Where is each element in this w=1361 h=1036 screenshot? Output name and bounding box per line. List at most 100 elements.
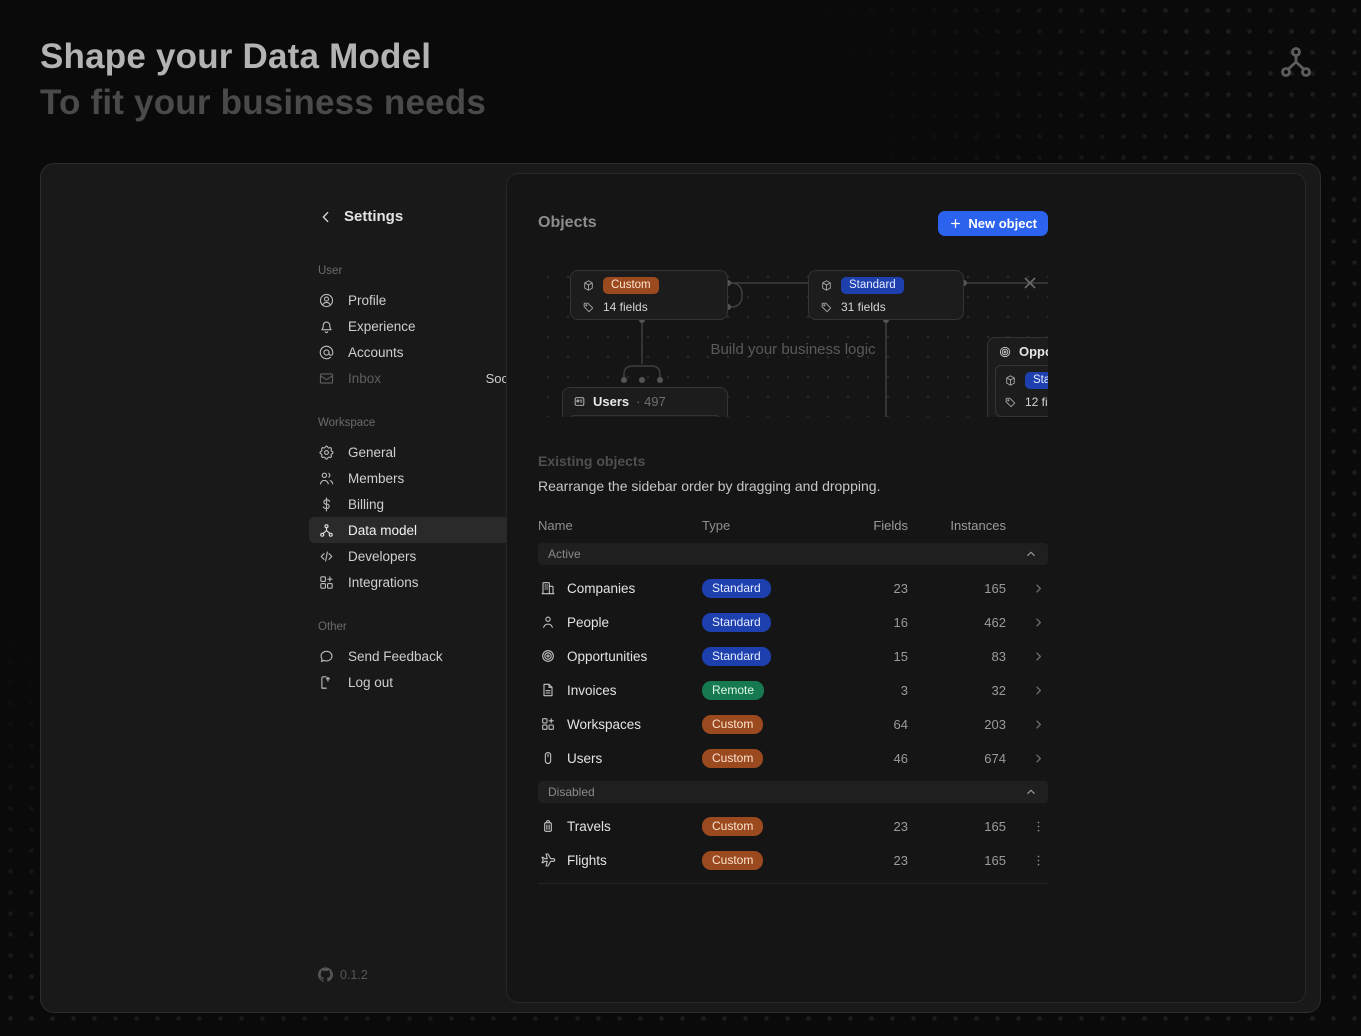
chevron-right-icon — [1031, 683, 1046, 698]
kebab-menu-icon[interactable] — [1031, 819, 1046, 834]
sidebar-item-billing[interactable]: Billing — [309, 491, 525, 517]
diagram-node-users[interactable]: Users · 497 — [562, 387, 728, 417]
sidebar-item-label: Billing — [348, 497, 384, 512]
table-row[interactable]: Flights Custom 23 165 — [538, 843, 1048, 877]
chevron-up-icon — [1024, 785, 1038, 799]
instances-value: 462 — [908, 615, 1012, 630]
chevron-right-icon — [1031, 615, 1046, 630]
fields-value: 23 — [842, 819, 908, 834]
table-row[interactable]: Travels Custom 23 165 — [538, 809, 1048, 843]
table-row[interactable]: Companies Standard 23 165 — [538, 571, 1048, 605]
type-badge: Remote — [702, 681, 764, 700]
diagram-node-custom[interactable]: Custom 14 fields — [570, 270, 728, 320]
sidebar-item-experience[interactable]: Experience — [309, 313, 525, 339]
node-title: Users — [593, 394, 629, 409]
table-row[interactable]: Invoices Remote 3 32 — [538, 673, 1048, 707]
sidebar-item-label: Developers — [348, 549, 416, 564]
sidebar-item-label: Send Feedback — [348, 649, 443, 664]
tag-icon — [1004, 396, 1017, 409]
settings-back-button[interactable]: Settings — [318, 208, 516, 225]
table-header: Name Type Fields Instances — [538, 513, 1048, 537]
data-model-diagram: Build your business logic Custom 14 fiel… — [538, 267, 1048, 417]
sidebar-item-send-feedback[interactable]: Send Feedback — [309, 643, 525, 669]
chevron-left-icon — [318, 209, 334, 225]
new-object-button[interactable]: New object — [938, 211, 1048, 236]
sidebar-item-accounts[interactable]: Accounts — [309, 339, 525, 365]
logout-icon — [318, 674, 335, 691]
sidebar-item-label: Log out — [348, 675, 393, 690]
bell-icon — [318, 318, 335, 335]
object-name: Workspaces — [567, 717, 641, 732]
objects-panel: Objects New object — [506, 173, 1306, 1003]
section-bar-active[interactable]: Active — [538, 543, 1048, 565]
sidebar-item-inbox: Inbox Soon — [309, 365, 525, 391]
diagram-node-opportunities[interactable]: Opportunities Standard — [987, 337, 1048, 417]
section-label-workspace: Workspace — [318, 417, 516, 429]
sidebar-item-profile[interactable]: Profile — [309, 287, 525, 313]
chevron-right-icon — [1031, 717, 1046, 732]
section-bar-disabled[interactable]: Disabled — [538, 781, 1048, 803]
page-header: Shape your Data Model To fit your busine… — [40, 34, 486, 126]
object-name: People — [567, 615, 609, 630]
table-row[interactable]: People Standard 16 462 — [538, 605, 1048, 639]
page-title: Shape your Data Model — [40, 34, 486, 80]
sidebar-item-label: Experience — [348, 319, 416, 334]
section-label-other: Other — [318, 621, 516, 633]
user-circle-icon — [318, 292, 335, 309]
type-badge: Custom — [702, 851, 763, 870]
object-name: Opportunities — [567, 649, 647, 664]
message-bubble-icon — [318, 648, 335, 665]
plane-icon — [540, 852, 556, 868]
table-row[interactable]: Workspaces Custom 64 203 — [538, 707, 1048, 741]
node-title: Opportunities — [1019, 344, 1048, 359]
sidebar-item-general[interactable]: General — [309, 439, 525, 465]
github-icon[interactable] — [318, 967, 333, 982]
settings-window: Settings User Profile Experience Account… — [40, 163, 1321, 1013]
kebab-menu-icon[interactable] — [1031, 853, 1046, 868]
chevron-right-icon — [1031, 581, 1046, 596]
fields-count: 31 fields — [841, 300, 886, 314]
building-icon — [540, 580, 556, 596]
panel-title: Objects — [538, 214, 597, 232]
grid-plus-icon — [318, 574, 335, 591]
sidebar-item-label: Integrations — [348, 575, 419, 590]
object-name: Invoices — [567, 683, 617, 698]
sidebar-item-log-out[interactable]: Log out — [309, 669, 525, 695]
sidebar-item-integrations[interactable]: Integrations — [309, 569, 525, 595]
luggage-icon — [540, 818, 556, 834]
fields-value: 15 — [842, 649, 908, 664]
type-badge: Custom — [603, 277, 659, 294]
type-badge: Standard — [702, 647, 771, 666]
objects-table: Name Type Fields Instances Active — [538, 513, 1048, 884]
fields-count: 12 fields — [1025, 395, 1048, 409]
instances-value: 674 — [908, 751, 1012, 766]
target-icon — [540, 648, 556, 664]
at-sign-icon — [318, 344, 335, 361]
node-count: · 497 — [636, 394, 666, 409]
instances-value: 165 — [908, 853, 1012, 868]
table-row[interactable]: Opportunities Standard 15 83 — [538, 639, 1048, 673]
sidebar-item-developers[interactable]: Developers — [309, 543, 525, 569]
object-name: Flights — [567, 853, 607, 868]
chevron-right-icon — [1031, 751, 1046, 766]
fields-value: 23 — [842, 581, 908, 596]
sidebar-item-members[interactable]: Members — [309, 465, 525, 491]
grid-plus-icon — [540, 716, 556, 732]
inbox-icon — [318, 370, 335, 387]
type-badge: Standard — [702, 613, 771, 632]
column-name: Name — [538, 518, 702, 533]
section-label: Disabled — [548, 785, 595, 799]
column-fields: Fields — [842, 518, 908, 533]
instances-value: 165 — [908, 819, 1012, 834]
sidebar-item-data-model[interactable]: Data model — [309, 517, 525, 543]
type-badge: Custom — [702, 715, 763, 734]
section-label-user: User — [318, 265, 516, 277]
code-icon — [318, 548, 335, 565]
diagram-node-standard[interactable]: Standard 31 fields — [808, 270, 964, 320]
sidebar-item-label: Accounts — [348, 345, 404, 360]
instances-value: 83 — [908, 649, 1012, 664]
device-icon — [573, 395, 586, 408]
new-object-label: New object — [968, 216, 1037, 231]
table-row[interactable]: Users Custom 46 674 — [538, 741, 1048, 775]
tag-icon — [582, 301, 595, 314]
